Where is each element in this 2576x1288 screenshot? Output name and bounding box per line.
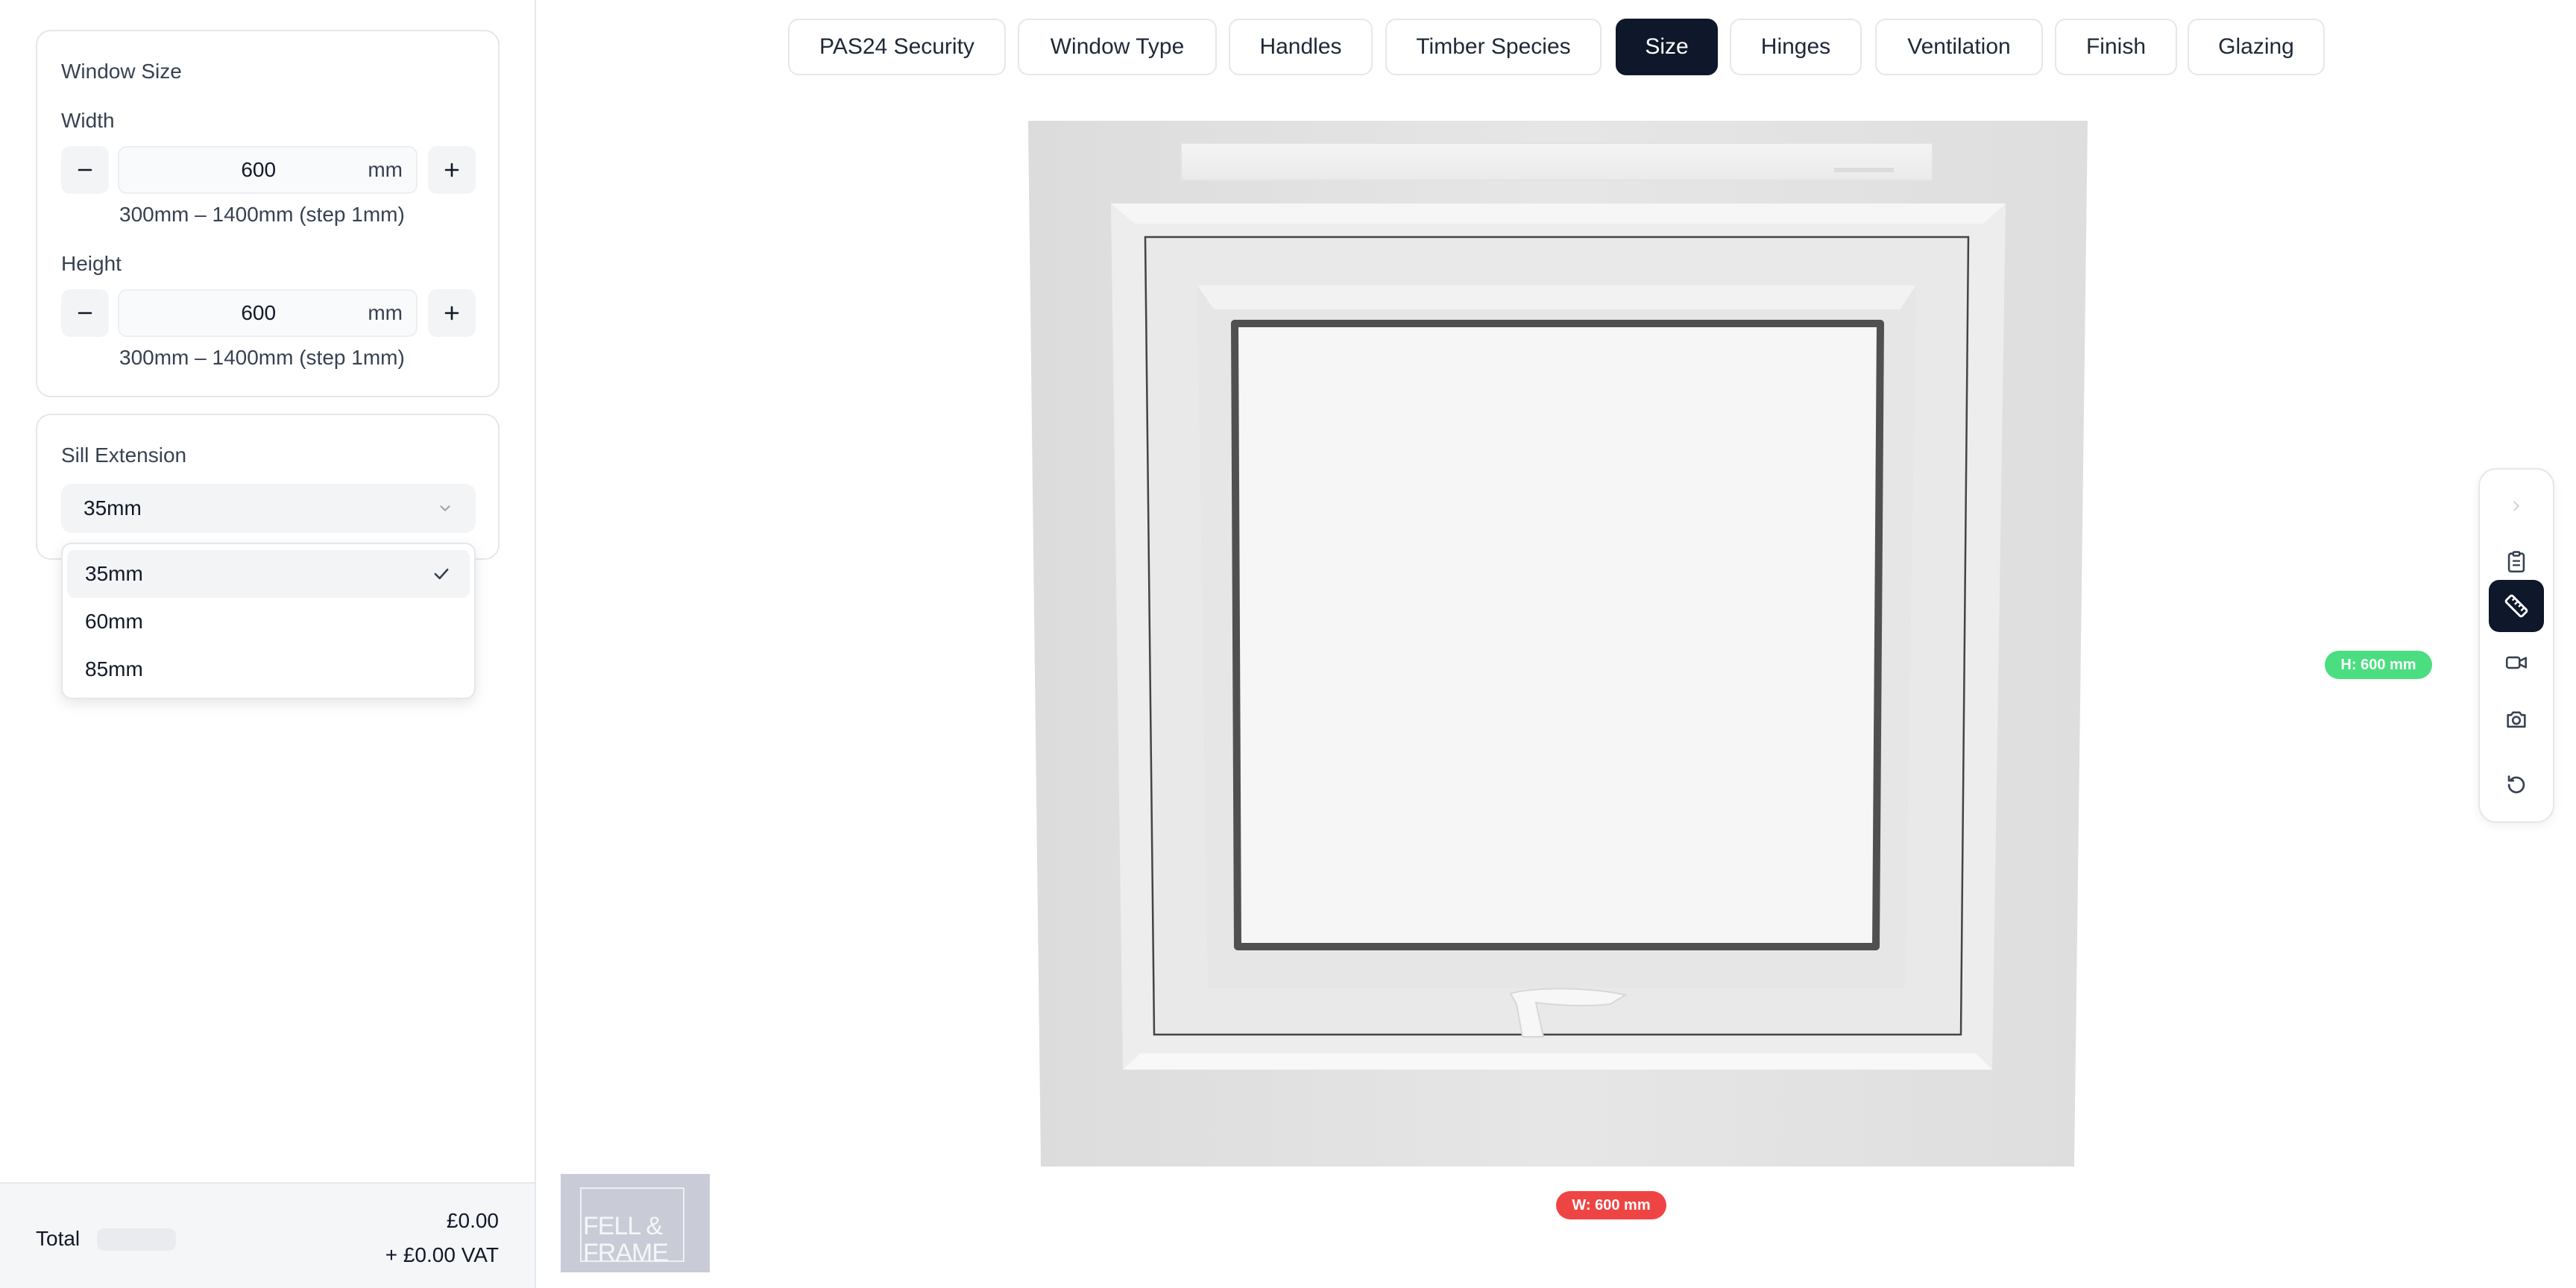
reset-icon xyxy=(2507,775,2525,794)
record-video-button[interactable] xyxy=(2489,637,2544,689)
plus-icon xyxy=(444,162,459,177)
option-label: 35mm xyxy=(85,562,143,585)
config-sidebar: Window Size Width 600 mm 300mm – 1400mm … xyxy=(0,0,536,1288)
tab-ventilation[interactable]: Ventilation xyxy=(1875,19,2043,75)
brand-logo: FELL & FRAME xyxy=(561,1174,710,1272)
sill-extension-selected: 35mm xyxy=(84,496,142,520)
video-camera-icon xyxy=(2505,656,2528,669)
sill-extension-dropdown: 35mm 60mm 85mm xyxy=(61,543,476,699)
clipboard-icon xyxy=(2507,551,2525,573)
sash-bevel xyxy=(1197,285,1916,309)
height-unit: mm xyxy=(368,301,403,324)
tab-hinges[interactable]: Hinges xyxy=(1730,19,1862,75)
check-icon xyxy=(434,568,449,580)
width-decrement-button[interactable] xyxy=(61,146,109,194)
option-label: 85mm xyxy=(85,657,143,681)
total-vat: + £0.00 VAT xyxy=(385,1243,499,1266)
glazing-pane xyxy=(1231,320,1884,950)
height-range-hint: 300mm – 1400mm (step 1mm) xyxy=(119,346,405,369)
frame-bevel-top xyxy=(1111,203,2006,224)
width-unit: mm xyxy=(368,158,403,181)
sill-extension-select[interactable]: 35mm xyxy=(61,484,476,533)
width-increment-button[interactable] xyxy=(428,146,476,194)
tab-handles[interactable]: Handles xyxy=(1229,19,1373,75)
width-value: 600 xyxy=(241,158,277,181)
total-bar: Total £0.00 + £0.00 VAT xyxy=(0,1182,535,1288)
tab-window-type[interactable]: Window Type xyxy=(1018,19,1217,75)
sill-option-60mm[interactable]: 60mm xyxy=(67,598,470,645)
logo-line2: FRAME xyxy=(583,1239,669,1267)
measure-button[interactable] xyxy=(2489,580,2544,632)
total-price: £0.00 xyxy=(446,1209,499,1232)
collapse-toolbar-button[interactable] xyxy=(2489,480,2544,532)
window-size-title: Window Size xyxy=(61,60,182,83)
tab-glazing[interactable]: Glazing xyxy=(2188,19,2325,75)
width-input[interactable]: 600 mm xyxy=(118,146,418,194)
height-value: 600 xyxy=(241,301,277,324)
width-label: Width xyxy=(61,109,115,132)
height-input[interactable]: 600 mm xyxy=(118,289,418,337)
chevron-down-icon xyxy=(440,505,450,511)
option-label: 60mm xyxy=(85,610,143,633)
tab-timber-species[interactable]: Timber Species xyxy=(1385,19,1602,75)
logo-line1: FELL & xyxy=(583,1212,663,1240)
tab-pas24-security[interactable]: PAS24 Security xyxy=(788,19,1006,75)
screenshot-button[interactable] xyxy=(2489,693,2544,745)
vent-slot xyxy=(1834,168,1894,172)
frame-bevel-bottom xyxy=(1123,1053,1992,1070)
camera-icon xyxy=(2507,711,2526,728)
minus-icon xyxy=(78,312,92,315)
plus-icon xyxy=(444,306,459,321)
width-dimension-tag: W: 600 mm xyxy=(1556,1191,1666,1219)
sill-option-85mm[interactable]: 85mm xyxy=(67,645,470,693)
sill-option-35mm[interactable]: 35mm xyxy=(67,550,470,598)
sill-extension-card: Sill Extension 35mm xyxy=(36,414,500,560)
width-range-hint: 300mm – 1400mm (step 1mm) xyxy=(119,203,405,226)
minus-icon xyxy=(78,168,92,171)
tab-finish[interactable]: Finish xyxy=(2055,19,2177,75)
height-increment-button[interactable] xyxy=(428,289,476,337)
tab-size[interactable]: Size xyxy=(1616,19,1718,75)
trickle-vent xyxy=(1180,142,1933,181)
window-3d-preview[interactable] xyxy=(1021,116,2095,1174)
chevron-right-icon xyxy=(2513,501,2519,511)
height-dimension-tag: H: 600 mm xyxy=(2325,651,2432,679)
ruler-icon xyxy=(2504,594,2528,618)
viewer-toolbar xyxy=(2478,468,2554,823)
height-decrement-button[interactable] xyxy=(61,289,109,337)
window-size-card: Window Size Width 600 mm 300mm – 1400mm … xyxy=(36,30,500,397)
sill-extension-title: Sill Extension xyxy=(61,443,187,467)
reset-view-button[interactable] xyxy=(2489,759,2544,811)
loading-badge xyxy=(97,1228,176,1251)
height-label: Height xyxy=(61,252,122,275)
total-label: Total xyxy=(36,1227,81,1250)
